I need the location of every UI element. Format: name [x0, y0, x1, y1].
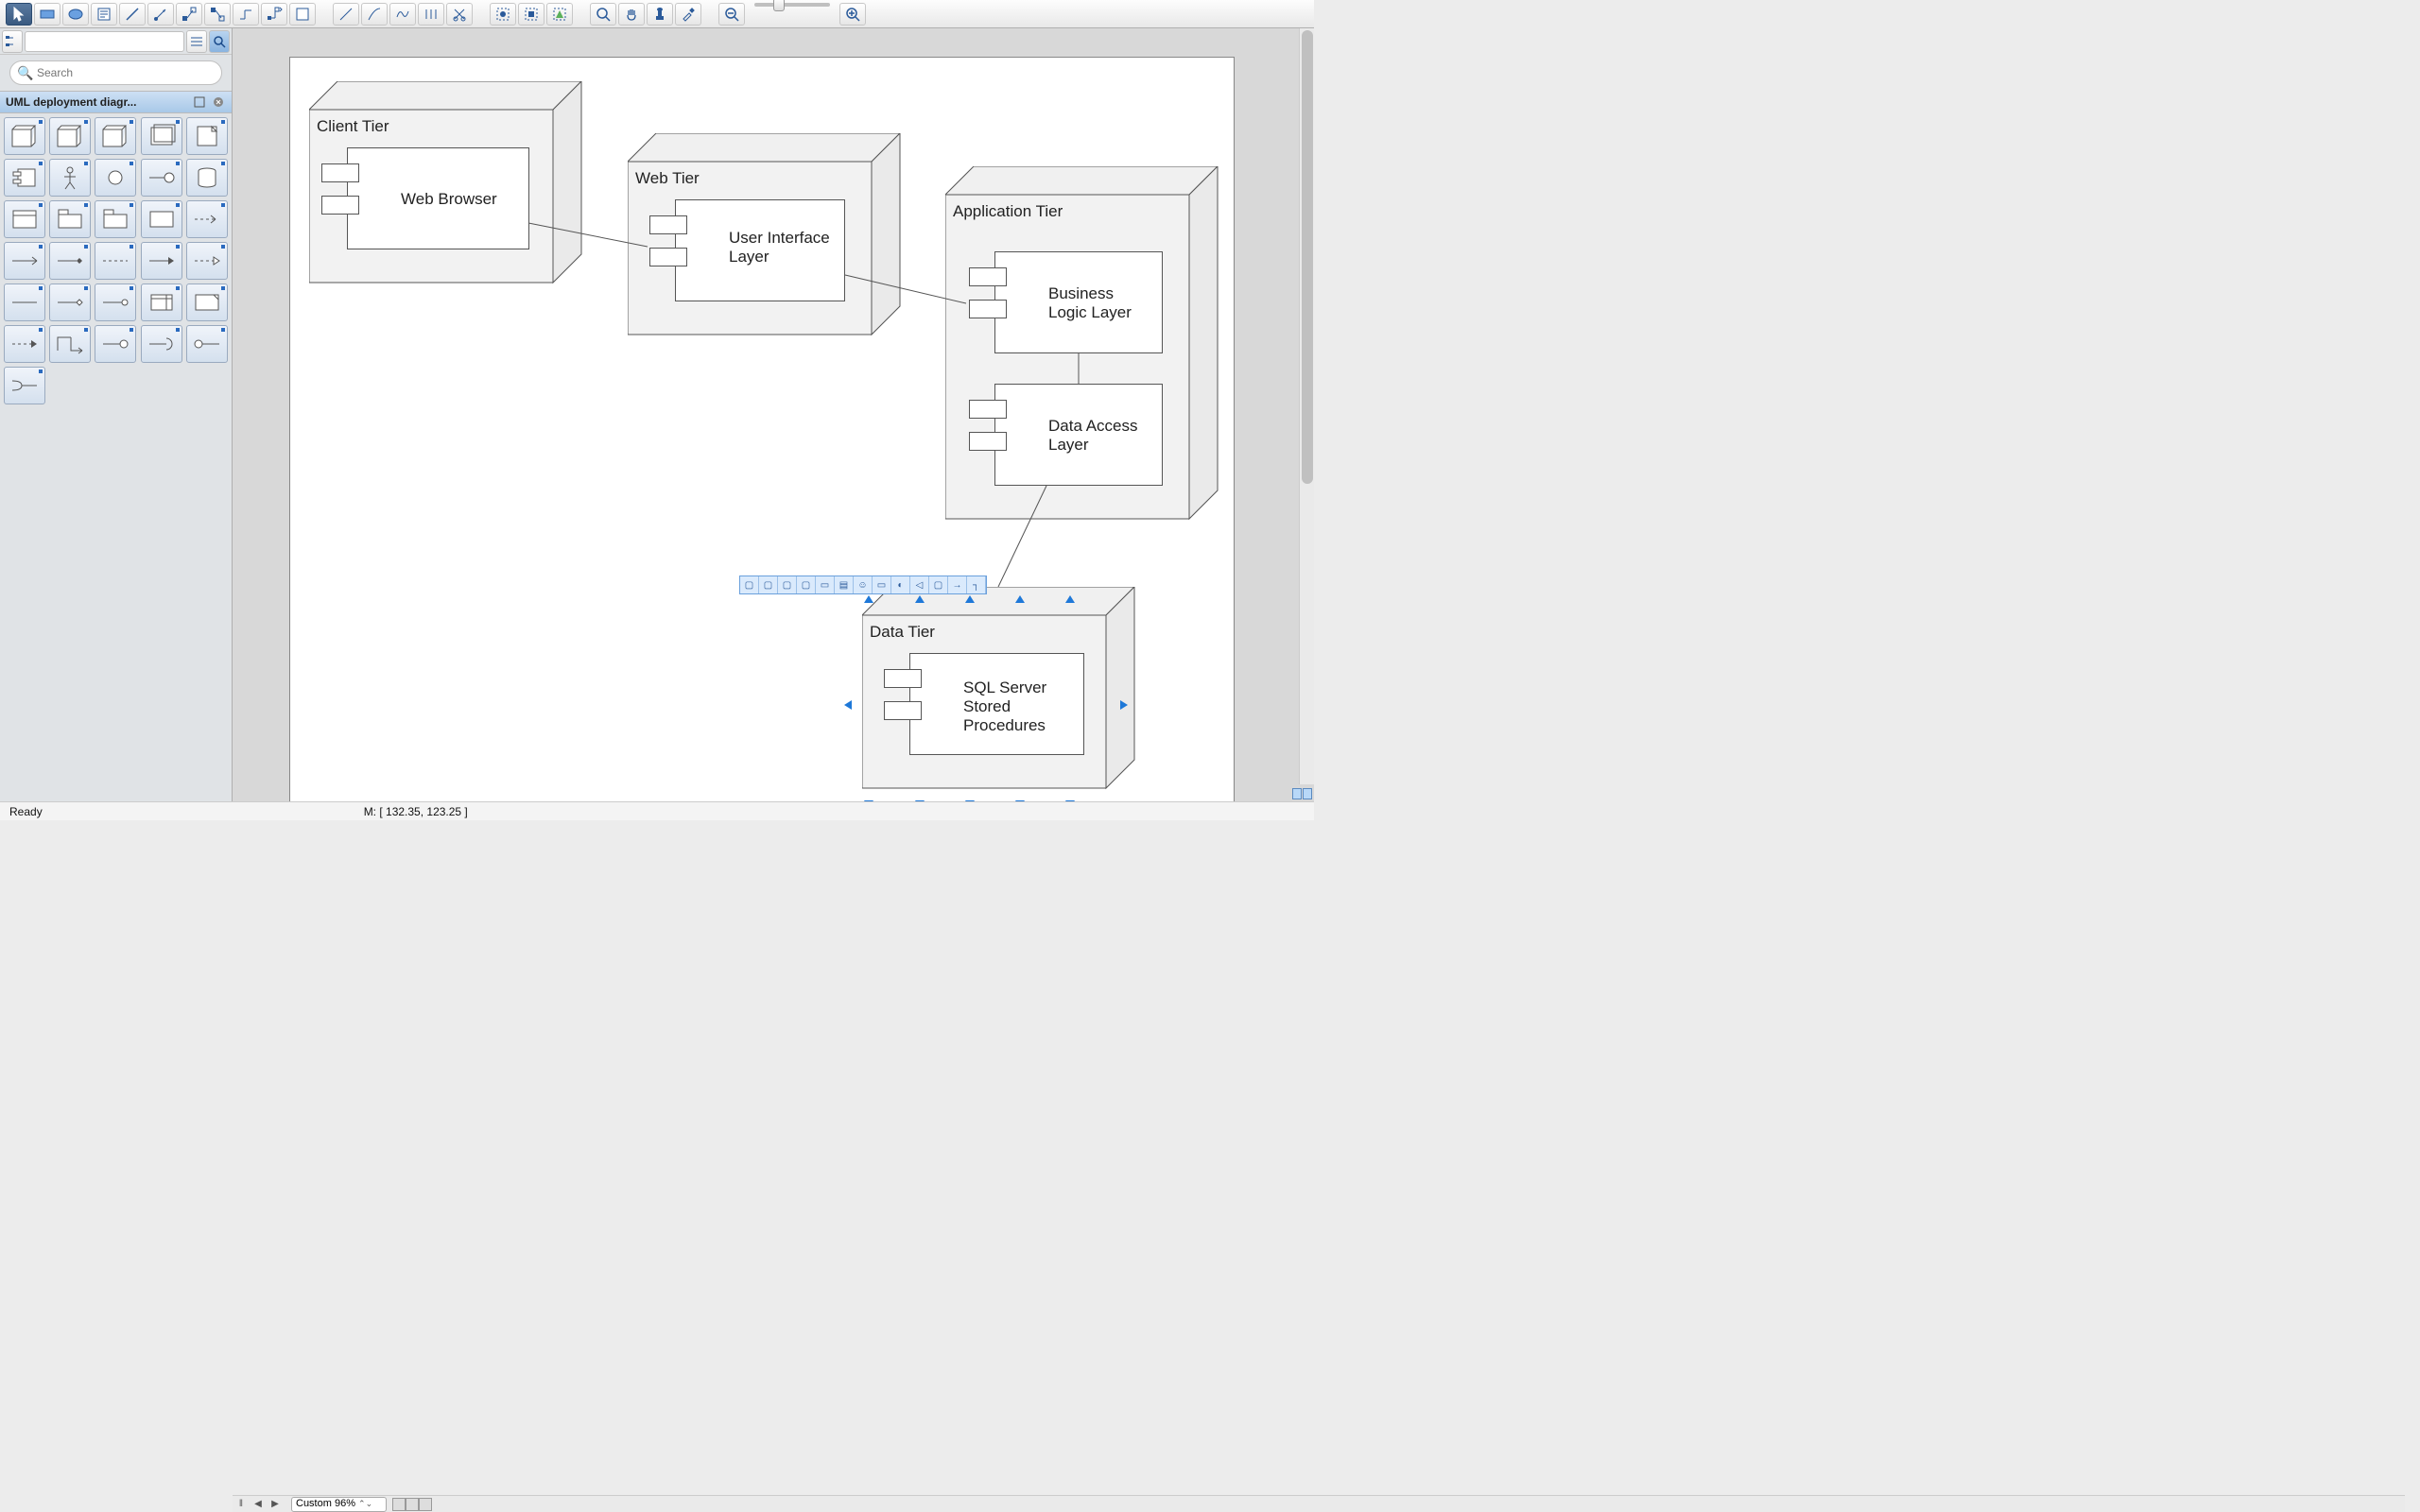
shape-ball[interactable] — [95, 325, 136, 363]
canvas-corner-icons[interactable] — [1292, 788, 1312, 799]
shape-line-diamond[interactable] — [49, 284, 91, 321]
status-bar: Ready M: [ 132.35, 123.25 ] — [0, 801, 1314, 820]
sidebar-search-button[interactable] — [209, 30, 230, 53]
pan-tool-button[interactable] — [618, 3, 645, 26]
shape-dash-arrow2[interactable] — [4, 325, 45, 363]
connector2-button[interactable] — [176, 3, 202, 26]
segments-button[interactable] — [418, 3, 444, 26]
tree-filter-input[interactable] — [25, 31, 184, 52]
shape-node-2[interactable] — [49, 117, 91, 155]
shape-node-4[interactable] — [141, 117, 182, 155]
eyedropper-tool-button[interactable] — [675, 3, 701, 26]
page-next-button[interactable]: ▶ — [267, 1498, 284, 1511]
shape-interface[interactable] — [95, 159, 136, 197]
shape-database[interactable] — [186, 159, 228, 197]
ellipse-tool-button[interactable] — [62, 3, 89, 26]
arc1-button[interactable] — [333, 3, 359, 26]
shape-dep-dash[interactable] — [95, 242, 136, 280]
view-mode-buttons[interactable] — [392, 1498, 432, 1511]
drawing-canvas[interactable]: Client Tier Web Browser Web Tier User In… — [289, 57, 1235, 801]
bounds3-button[interactable] — [546, 3, 573, 26]
connector3-button[interactable] — [204, 3, 231, 26]
bounds1-button[interactable] — [490, 3, 516, 26]
shape-package-2[interactable] — [95, 200, 136, 238]
shape-merge[interactable] — [4, 367, 45, 404]
text-tool-button[interactable] — [91, 3, 117, 26]
zoom-level-select[interactable]: Custom 96% ⌃⌄ — [291, 1497, 387, 1512]
bottom-bar: ‖ ◀ ▶ Custom 96% ⌃⌄ — [233, 1495, 2405, 1512]
status-mouse-coords: M: [ 132.35, 123.25 ] — [364, 805, 468, 818]
shape-package-1[interactable] — [49, 200, 91, 238]
shape-frame[interactable] — [4, 200, 45, 238]
page-pause-button[interactable]: ‖ — [233, 1498, 250, 1511]
zoom-in-button[interactable] — [839, 3, 866, 26]
shape-node-1[interactable] — [4, 117, 45, 155]
shape-arrow-solid[interactable] — [141, 242, 182, 280]
connector4-button[interactable] — [233, 3, 259, 26]
shape-palette — [0, 113, 232, 408]
shape-assoc[interactable] — [4, 242, 45, 280]
shape-lollipop[interactable] — [141, 159, 182, 197]
shape-actor[interactable] — [49, 159, 91, 197]
shape-line[interactable] — [4, 284, 45, 321]
bounds2-button[interactable] — [518, 3, 544, 26]
shape-dep-arrow[interactable] — [186, 200, 228, 238]
cut-path-button[interactable] — [446, 3, 473, 26]
connector5-button[interactable] — [261, 3, 287, 26]
status-ready: Ready — [9, 805, 43, 818]
shapes-sidebar: 🔍 UML deployment diagr... — [0, 28, 233, 801]
stamp-tool-button[interactable] — [647, 3, 673, 26]
stencil-title: UML deployment diagr... — [6, 95, 188, 109]
list-view-button[interactable] — [186, 30, 207, 53]
shape-ball-socket[interactable] — [186, 325, 228, 363]
canvas-area[interactable]: Client Tier Web Browser Web Tier User In… — [233, 28, 1314, 801]
stencil-close-icon[interactable] — [211, 94, 226, 110]
shape-rect[interactable] — [141, 200, 182, 238]
page-prev-button[interactable]: ◀ — [250, 1498, 267, 1511]
shape-agg[interactable] — [49, 242, 91, 280]
zoom-tool-button[interactable] — [590, 3, 616, 26]
vertical-scrollbar[interactable] — [1299, 28, 1314, 784]
zoom-out-button[interactable] — [718, 3, 745, 26]
tree-view-button[interactable] — [2, 30, 23, 53]
zoom-slider[interactable] — [754, 3, 830, 7]
shape-component[interactable] — [4, 159, 45, 197]
shape-line-circle[interactable] — [95, 284, 136, 321]
shape-constraint[interactable] — [186, 284, 228, 321]
shape-artifact[interactable] — [186, 117, 228, 155]
connector1-button[interactable] — [147, 3, 174, 26]
arc2-button[interactable] — [361, 3, 388, 26]
shape-socket[interactable] — [141, 325, 182, 363]
line-tool-button[interactable] — [119, 3, 146, 26]
stencil-float-icon[interactable] — [192, 94, 207, 110]
insert-button[interactable] — [289, 3, 316, 26]
pointer-tool-button[interactable] — [6, 3, 32, 26]
curve-button[interactable] — [389, 3, 416, 26]
shape-realize[interactable] — [186, 242, 228, 280]
main-toolbar — [0, 0, 1314, 28]
zoom-level-label: Custom 96% — [296, 1498, 355, 1509]
search-icon: 🔍 — [17, 65, 33, 81]
rectangle-tool-button[interactable] — [34, 3, 60, 26]
shape-ortho[interactable] — [49, 325, 91, 363]
shape-search-input[interactable] — [9, 60, 222, 85]
stencil-header[interactable]: UML deployment diagr... — [0, 91, 232, 113]
shape-node-3[interactable] — [95, 117, 136, 155]
shape-note[interactable] — [141, 284, 182, 321]
